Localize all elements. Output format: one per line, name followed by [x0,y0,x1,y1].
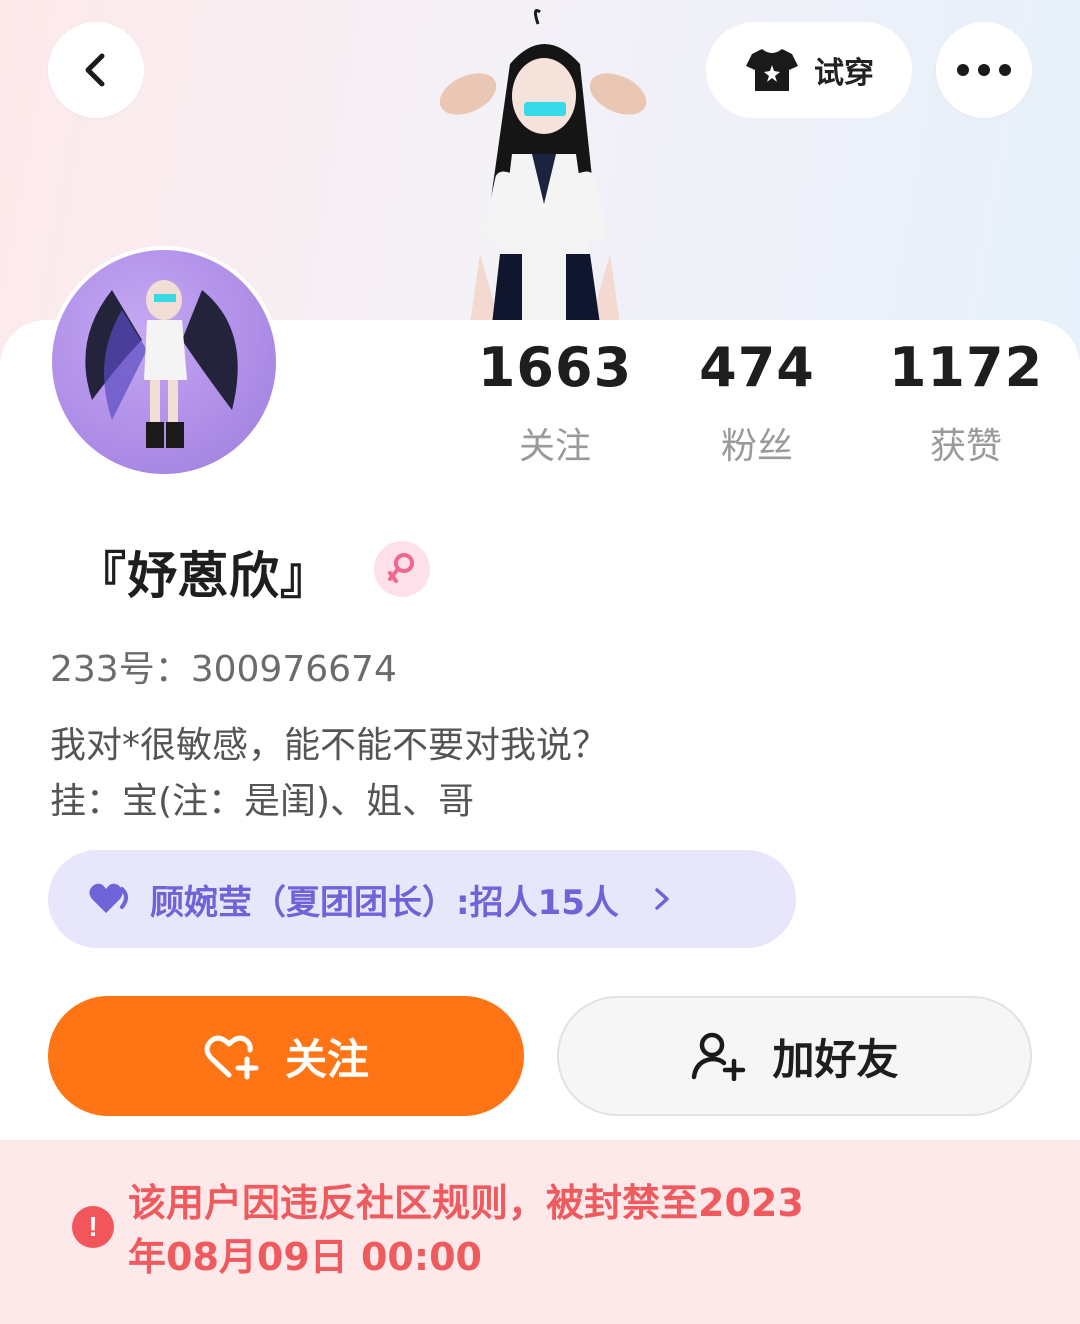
avatar-image [52,250,276,474]
hero-character-image [440,9,647,324]
ban-notice-line-1: 该用户因违反社区规则，被封禁至2023 [128,1181,804,1225]
heart-plus-icon [204,1035,259,1080]
back-button[interactable] [48,22,144,118]
stat-likes[interactable]: 1172 获赞 [866,336,1066,469]
chevron-right-icon [655,888,669,910]
stat-likes-value: 1172 [888,336,1044,399]
stat-following[interactable]: 1663 关注 [455,336,655,469]
gender-badge [374,541,430,597]
add-friend-label: 加好友 [772,1034,899,1084]
stat-fans-value: 474 [699,336,815,399]
alert-icon: ! [72,1206,114,1248]
bio: 我对*很敏感，能不能不要对我说？ 挂：宝(注：是闺)、姐、哥 [50,718,608,830]
avatar[interactable] [48,246,280,478]
follow-button[interactable]: 关注 [48,996,524,1116]
stat-fans-label: 粉丝 [720,426,793,467]
stat-likes-label: 获赞 [929,426,1002,467]
user-plus-icon [692,1032,746,1081]
heart-icon [89,883,128,913]
add-friend-button[interactable]: 加好友 [557,996,1032,1116]
avatar-character-icon [85,280,238,448]
stat-following-value: 1663 [477,336,633,399]
more-dots-icon [957,64,1011,76]
nickname: 『妤蒽欣』 [76,547,331,605]
bio-line-2: 挂：宝(注：是闺)、姐、哥 [50,781,475,822]
bio-line-1: 我对*很敏感，能不能不要对我说？ [50,725,609,766]
more-options-button[interactable] [936,22,1032,118]
user-id: 233号：300976674 [50,649,397,690]
try-on-label: 试穿 [814,56,874,91]
ban-notice-line-2: 年08月09日 00:00 [128,1235,482,1279]
follow-label: 关注 [284,1034,369,1084]
group-label: 顾婉莹（夏团团长）:招人15人 [150,882,619,923]
group-link[interactable]: 顾婉莹（夏团团长）:招人15人 [48,850,796,948]
tshirt-icon [746,49,798,91]
chevron-left-icon [85,53,105,87]
stat-following-label: 关注 [518,426,591,467]
ban-notice-text: 该用户因违反社区规则，被封禁至2023 年08月09日 00:00 [128,1176,928,1284]
stat-fans[interactable]: 474 粉丝 [657,336,857,469]
try-on-button[interactable]: 试穿 [706,22,912,118]
female-icon [388,553,414,583]
